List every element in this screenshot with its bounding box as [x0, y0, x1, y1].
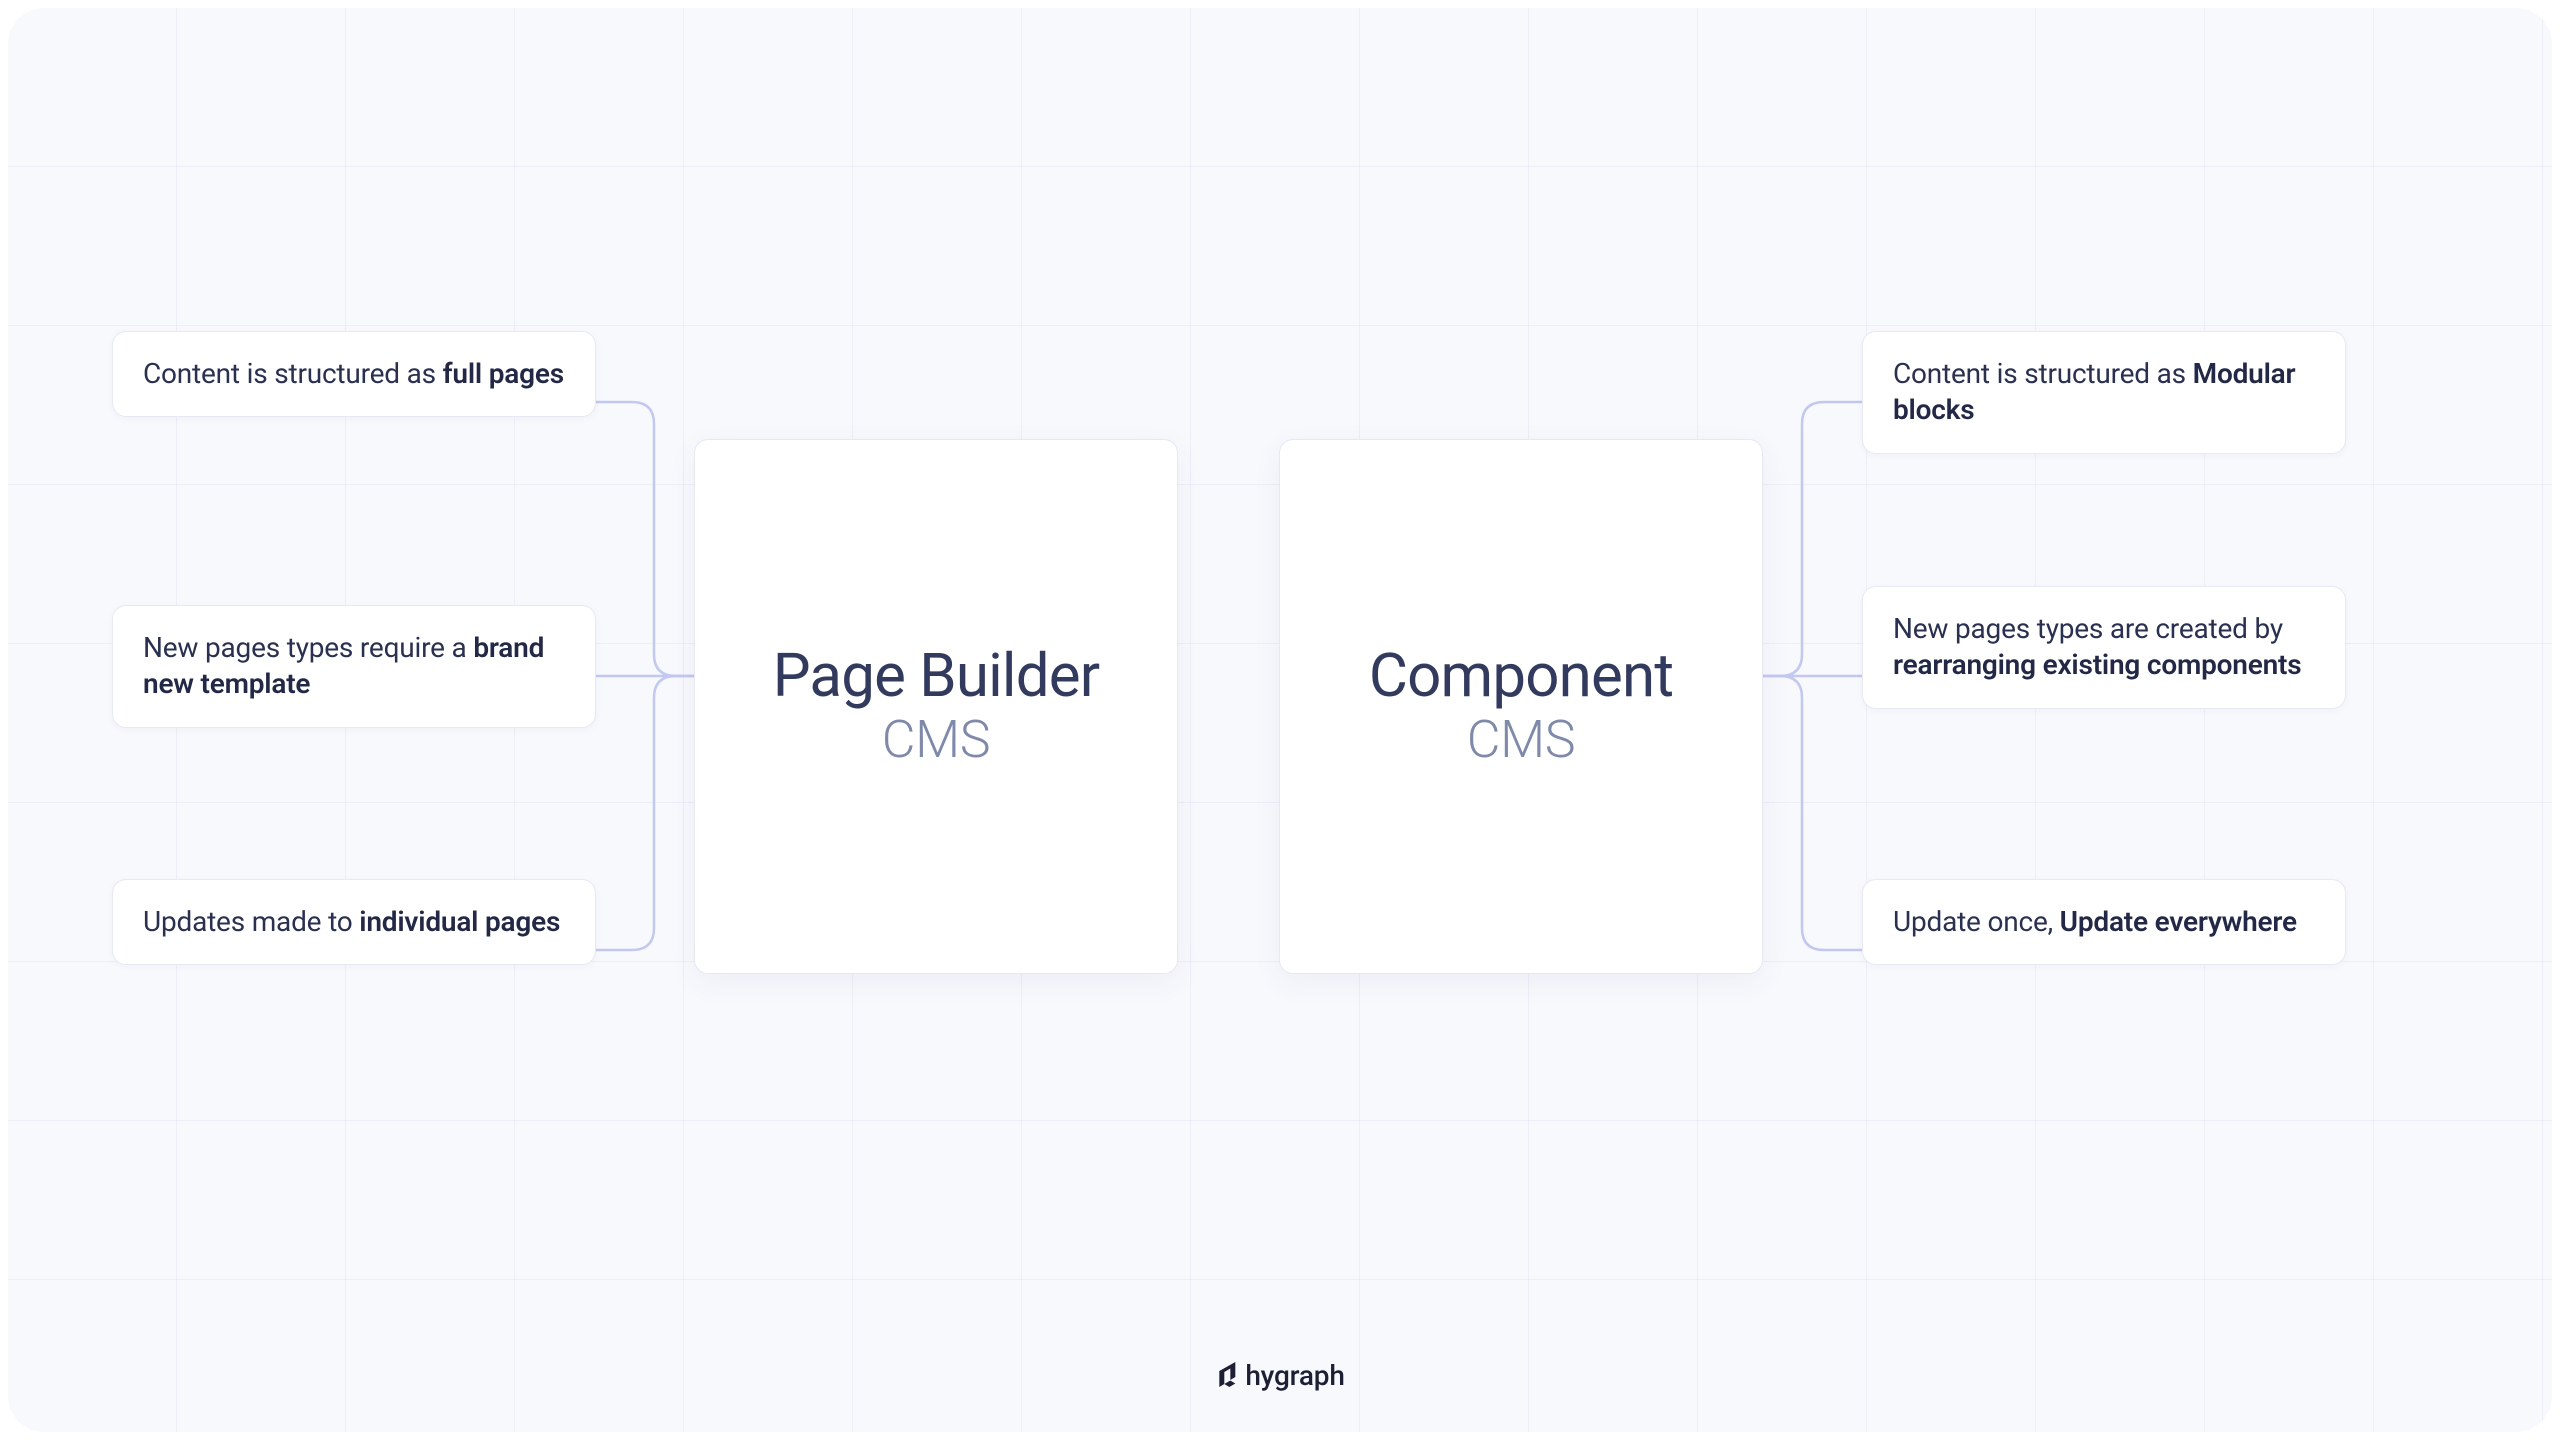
big-sub: CMS — [1467, 709, 1575, 770]
hygraph-icon — [1215, 1361, 1239, 1391]
big-title: Component — [1369, 640, 1673, 711]
right-card-1: Content is structured as Modular blocks — [1862, 331, 2346, 454]
card-text: New pages types require a — [143, 631, 473, 664]
card-bold: full pages — [443, 357, 564, 390]
card-bold: Update everywhere — [2060, 905, 2297, 938]
big-sub: CMS — [882, 709, 990, 770]
left-card-3: Updates made to individual pages — [112, 879, 596, 965]
big-title: Page Builder — [773, 640, 1100, 711]
card-text: Updates made to — [143, 905, 359, 938]
card-text: Content is structured as — [143, 357, 443, 390]
right-card-2: New pages types are created by rearrangi… — [1862, 586, 2346, 709]
left-card-1: Content is structured as full pages — [112, 331, 596, 417]
big-card-page-builder: Page Builder CMS — [694, 439, 1178, 974]
card-bold: rearranging existing components — [1893, 648, 2301, 681]
card-text: Update once, — [1893, 905, 2060, 938]
connectors-right — [1762, 402, 1862, 952]
connectors-left — [594, 402, 694, 952]
big-card-component: Component CMS — [1279, 439, 1763, 974]
card-text: New pages types are created by — [1893, 612, 2283, 645]
brand-text: hygraph — [1245, 1359, 1344, 1392]
left-card-2: New pages types require a brand new temp… — [112, 605, 596, 728]
card-bold: individual pages — [359, 905, 560, 938]
right-card-3: Update once, Update everywhere — [1862, 879, 2346, 965]
brand-logo: hygraph — [1215, 1359, 1344, 1392]
card-text: Content is structured as — [1893, 357, 2193, 390]
